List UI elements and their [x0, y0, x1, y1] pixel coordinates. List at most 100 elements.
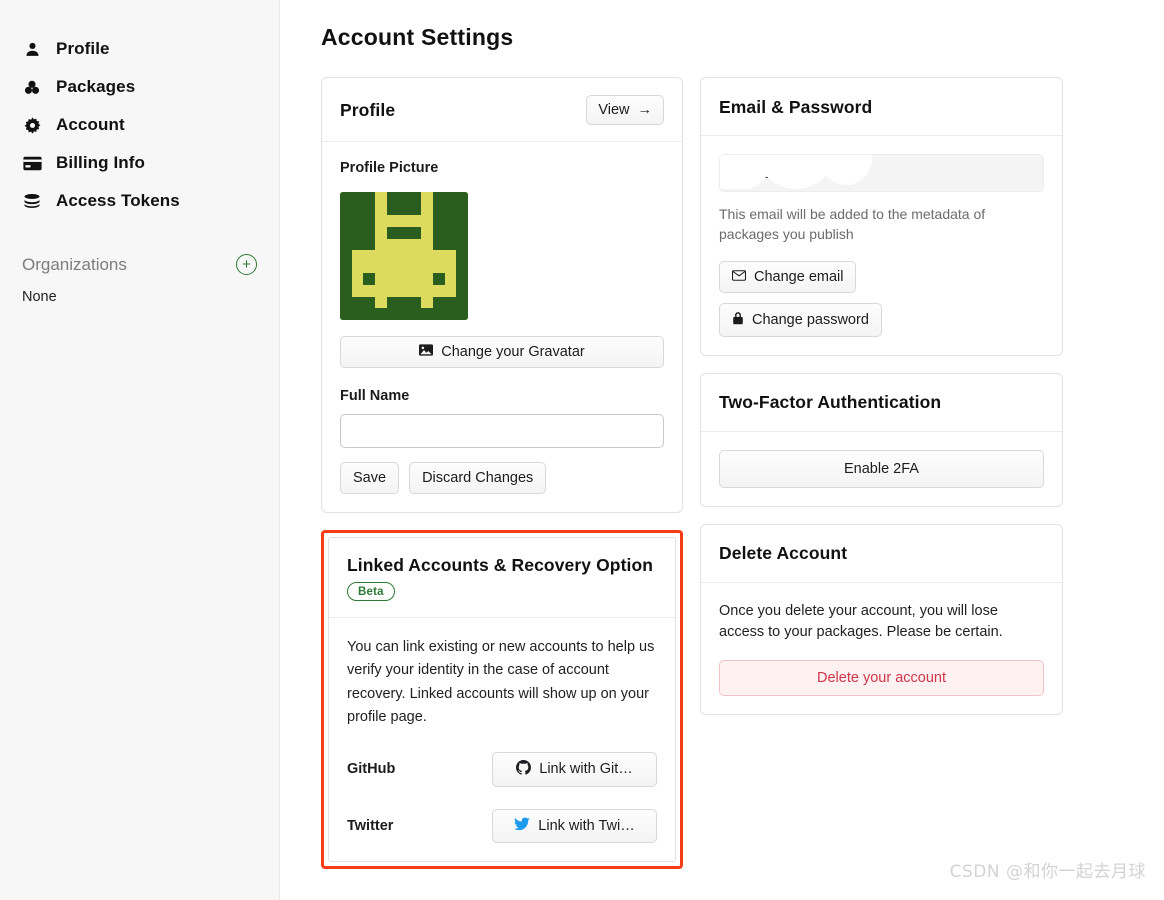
- gravatar-cell: [444, 261, 457, 274]
- gravatar-cell: [340, 261, 352, 274]
- email-password-card: Email & Password u_ com This email will …: [700, 77, 1063, 356]
- gravatar-cell: [351, 261, 364, 274]
- gravatar-cell: [456, 215, 468, 227]
- gravatar-cell: [409, 215, 422, 227]
- gravatar-cell: [351, 250, 364, 262]
- gravatar-cell: [456, 273, 468, 286]
- email-readonly-field[interactable]: u_ com: [719, 154, 1044, 192]
- profile-card-header: Profile View →: [322, 78, 682, 142]
- gravatar-cell: [398, 296, 410, 309]
- right-column: Email & Password u_ com This email will …: [700, 77, 1063, 716]
- enable-2fa-button[interactable]: Enable 2FA: [719, 449, 1044, 488]
- gravatar-cell: [421, 238, 434, 251]
- gravatar-cell: [421, 192, 434, 204]
- delete-account-header: Delete Account: [701, 525, 1062, 583]
- gravatar-cell: [363, 226, 375, 239]
- change-password-button[interactable]: Change password: [719, 302, 882, 337]
- sidebar-item-label: Access Tokens: [56, 191, 180, 210]
- linked-accounts-card: Linked Accounts & Recovery Option Beta Y…: [328, 537, 676, 862]
- gravatar-cell: [456, 308, 468, 320]
- change-email-button[interactable]: Change email: [719, 260, 857, 293]
- profile-actions: Save Discard Changes: [340, 462, 664, 494]
- gravatar-cell: [340, 226, 352, 239]
- gravatar-cell: [433, 192, 445, 204]
- gravatar-cell: [374, 285, 387, 297]
- gravatar-cell: [398, 308, 410, 320]
- profile-picture-label: Profile Picture: [340, 160, 439, 176]
- two-factor-card: Two-Factor Authentication Enable 2FA: [700, 372, 1063, 507]
- gravatar-cell: [340, 273, 352, 286]
- add-organization-button[interactable]: +: [236, 254, 257, 275]
- lock-icon: [732, 311, 744, 329]
- packages-icon: [22, 77, 42, 97]
- link-with-github-button[interactable]: Link with Git…: [492, 751, 657, 787]
- email-helper-text: This email will be added to the metadata…: [719, 206, 986, 243]
- github-label: GitHub: [347, 761, 396, 778]
- gravatar-cell: [409, 308, 422, 320]
- gravatar-cell: [374, 250, 387, 262]
- link-with-twitter-label: Link with Twi…: [538, 817, 635, 834]
- change-email-label: Change email: [754, 268, 844, 285]
- gravatar-cell: [456, 296, 468, 309]
- link-with-github-label: Link with Git…: [539, 761, 633, 778]
- gear-icon: [22, 115, 42, 135]
- gravatar-cell: [398, 215, 410, 227]
- delete-account-title: Delete Account: [719, 543, 848, 564]
- gravatar-cell: [386, 308, 399, 320]
- sidebar-item-account[interactable]: Account: [0, 106, 279, 144]
- sidebar-item-label: Billing Info: [56, 153, 146, 172]
- gravatar-cell: [386, 238, 399, 251]
- gravatar-cell: [421, 308, 434, 320]
- organizations-empty: None: [22, 289, 57, 305]
- gravatar-cell: [386, 250, 399, 262]
- gravatar-cell: [456, 226, 468, 239]
- gravatar-cell: [398, 226, 410, 239]
- gravatar-cell: [421, 250, 434, 262]
- gravatar-cell: [456, 250, 468, 262]
- change-gravatar-button[interactable]: Change your Gravatar: [340, 336, 664, 368]
- view-profile-button[interactable]: View →: [586, 95, 664, 125]
- save-button[interactable]: Save: [340, 462, 400, 494]
- gravatar-cell: [409, 296, 422, 309]
- gravatar-cell: [386, 261, 399, 274]
- gravatar-cell: [421, 285, 434, 297]
- change-gravatar-label: Change your Gravatar: [441, 344, 585, 360]
- gravatar-cell: [409, 203, 422, 216]
- gravatar-cell: [340, 203, 352, 216]
- gravatar-cell: [386, 296, 399, 309]
- gravatar-cell: [444, 285, 457, 297]
- tokens-icon: [22, 191, 42, 211]
- full-name-input[interactable]: [340, 414, 664, 448]
- gravatar-cell: [340, 192, 352, 204]
- gravatar-cell: [363, 273, 375, 286]
- gravatar-cell: [433, 215, 445, 227]
- gravatar-cell: [433, 238, 445, 251]
- sidebar-item-packages[interactable]: Packages: [0, 68, 279, 106]
- sidebar-item-profile[interactable]: Profile: [0, 30, 279, 68]
- gravatar-cell: [374, 226, 387, 239]
- gravatar-cell: [456, 285, 468, 297]
- delete-account-button[interactable]: Delete your account: [719, 660, 1044, 697]
- envelope-icon: [732, 269, 746, 285]
- gravatar-cell: [363, 308, 375, 320]
- user-icon: [22, 39, 42, 59]
- linked-accounts-title: Linked Accounts & Recovery Option: [347, 555, 654, 575]
- watermark: CSDN @和你一起去月球: [949, 862, 1146, 882]
- gravatar-cell: [386, 192, 399, 204]
- gravatar-cell: [398, 238, 410, 251]
- gravatar-cell: [409, 285, 422, 297]
- sidebar-item-access-tokens[interactable]: Access Tokens: [0, 182, 279, 220]
- sidebar-item-billing-info[interactable]: Billing Info: [0, 144, 279, 182]
- discard-changes-button[interactable]: Discard Changes: [409, 462, 547, 494]
- redaction-overlay: [820, 155, 872, 185]
- profile-card-body: Profile Picture Change your Gravatar Ful…: [322, 142, 682, 512]
- gravatar-cell: [351, 308, 364, 320]
- arrow-right-icon: →: [637, 102, 653, 118]
- link-with-twitter-button[interactable]: Link with Twi…: [492, 808, 657, 843]
- gravatar-cell: [363, 192, 375, 204]
- gravatar-cell: [374, 203, 387, 216]
- gravatar-cell: [444, 192, 457, 204]
- gravatar-cell: [409, 273, 422, 286]
- gravatar-cell: [374, 261, 387, 274]
- gravatar-cell: [374, 296, 387, 309]
